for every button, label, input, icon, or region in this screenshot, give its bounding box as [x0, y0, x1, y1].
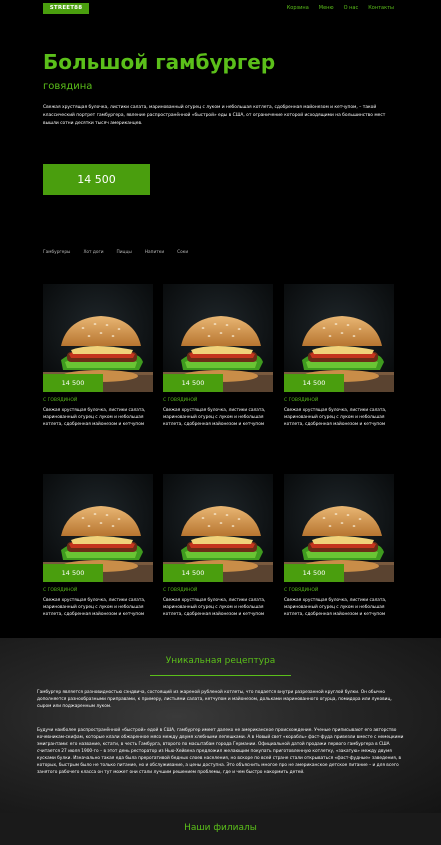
- product-category: С ГОВЯДИНОЙ: [284, 588, 319, 593]
- recipe-paragraph-1: Гамбургер является разновидностью сэндви…: [37, 690, 392, 709]
- tab-hotdogs[interactable]: Хот доги: [83, 250, 103, 255]
- product-description: Свежая хрустящая булочка, листики салата…: [284, 598, 387, 617]
- nav-link-cart[interactable]: Корзина: [287, 5, 309, 11]
- nav-links: Корзина Меню О нас Контакты: [287, 5, 394, 11]
- product-price-button[interactable]: 14 500: [43, 374, 103, 392]
- burger-image: 14 500: [163, 474, 273, 582]
- top-nav: STREET88 Корзина Меню О нас Контакты: [0, 0, 441, 18]
- branches-title: Наши филиалы: [184, 823, 257, 833]
- recipe-paragraph-2: Будучи наиболее распространённой «быстро…: [37, 728, 404, 775]
- product-category: С ГОВЯДИНОЙ: [163, 398, 198, 403]
- product-card[interactable]: 14 500 С ГОВЯДИНОЙ Свежая хрустящая було…: [43, 474, 153, 618]
- product-description: Свежая хрустящая булочка, листики салата…: [43, 408, 146, 427]
- burger-image: 14 500: [284, 474, 394, 582]
- hero-title: Большой гамбургер: [43, 50, 276, 74]
- nav-link-menu[interactable]: Меню: [319, 5, 334, 11]
- product-category: С ГОВЯДИНОЙ: [43, 588, 78, 593]
- unique-recipe-section: Уникальная рецептура Гамбургер является …: [0, 638, 441, 813]
- product-category: С ГОВЯДИНОЙ: [284, 398, 319, 403]
- product-price-button[interactable]: 14 500: [284, 564, 344, 582]
- burger-image: 14 500: [43, 474, 153, 582]
- tab-drinks[interactable]: Напитки: [145, 250, 164, 255]
- hero-description: Свежая хрустящая булочка, листики салата…: [43, 105, 386, 126]
- tab-juices[interactable]: Соки: [177, 250, 188, 255]
- recipe-divider: [150, 675, 291, 676]
- product-price-button[interactable]: 14 500: [163, 374, 223, 392]
- hero-price-button[interactable]: 14 500: [43, 164, 150, 195]
- product-card[interactable]: 14 500 С ГОВЯДИНОЙ Свежая хрустящая було…: [163, 284, 273, 428]
- nav-link-about[interactable]: О нас: [344, 5, 359, 11]
- burger-image: 14 500: [43, 284, 153, 392]
- product-card[interactable]: 14 500 С ГОВЯДИНОЙ Свежая хрустящая було…: [284, 474, 394, 618]
- product-category: С ГОВЯДИНОЙ: [43, 398, 78, 403]
- tab-burgers[interactable]: Гамбургеры: [43, 250, 70, 255]
- product-description: Свежая хрустящая булочка, листики салата…: [163, 598, 266, 617]
- nav-link-contacts[interactable]: Контакты: [368, 5, 394, 11]
- product-description: Свежая хрустящая булочка, листики салата…: [163, 408, 266, 427]
- product-description: Свежая хрустящая булочка, листики салата…: [284, 408, 387, 427]
- logo-button[interactable]: STREET88: [43, 3, 89, 14]
- product-description: Свежая хрустящая булочка, листики салата…: [43, 598, 146, 617]
- product-price-button[interactable]: 14 500: [284, 374, 344, 392]
- tab-pizza[interactable]: Пиццы: [117, 250, 132, 255]
- product-card[interactable]: 14 500 С ГОВЯДИНОЙ Свежая хрустящая було…: [163, 474, 273, 618]
- product-price-button[interactable]: 14 500: [43, 564, 103, 582]
- burger-image: 14 500: [163, 284, 273, 392]
- branches-section: Наши филиалы: [0, 813, 441, 845]
- product-card[interactable]: 14 500 С ГОВЯДИНОЙ Свежая хрустящая було…: [43, 284, 153, 428]
- hero-subtitle: говядина: [43, 81, 93, 92]
- burger-image: 14 500: [284, 284, 394, 392]
- product-category: С ГОВЯДИНОЙ: [163, 588, 198, 593]
- category-tabs: Гамбургеры Хот доги Пиццы Напитки Соки: [43, 250, 188, 255]
- recipe-title: Уникальная рецептура: [165, 656, 276, 666]
- product-card[interactable]: 14 500 С ГОВЯДИНОЙ Свежая хрустящая було…: [284, 284, 394, 428]
- product-price-button[interactable]: 14 500: [163, 564, 223, 582]
